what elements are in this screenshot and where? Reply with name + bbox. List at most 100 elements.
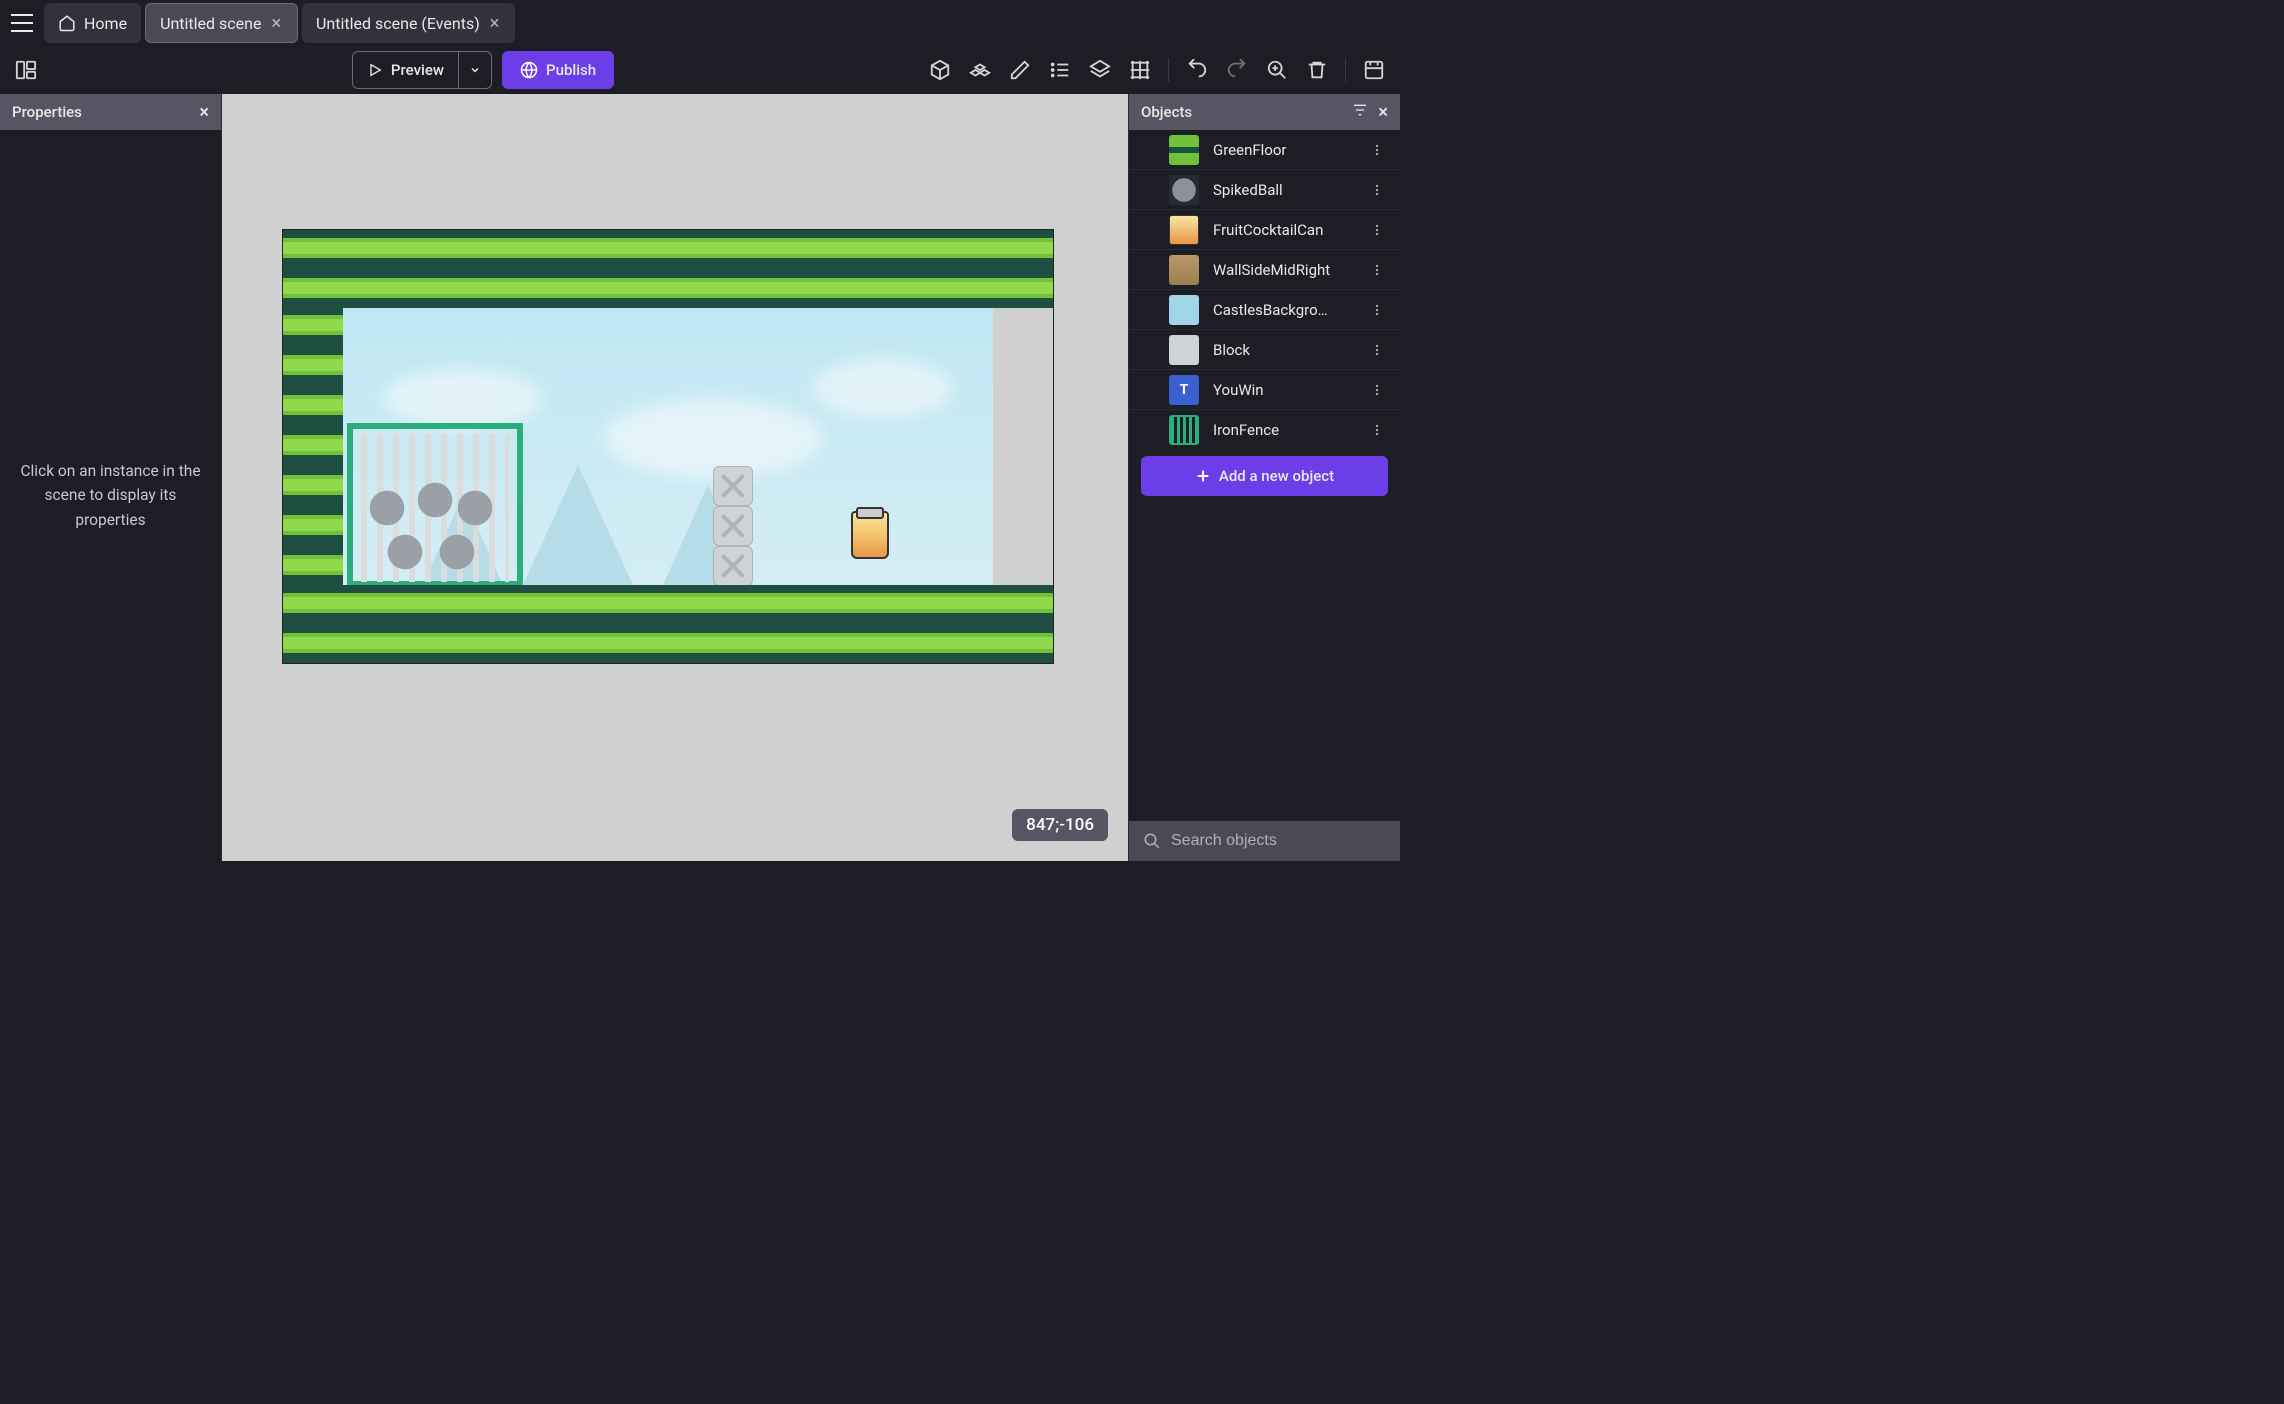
preview-button[interactable]: Preview [352, 51, 459, 89]
panels-toggle-button[interactable] [12, 56, 40, 84]
separator [1168, 58, 1169, 82]
objects-search [1129, 821, 1400, 861]
spiked-ball[interactable] [383, 530, 427, 574]
object-thumbnail [1169, 175, 1199, 205]
object-row[interactable]: FruitCocktailCan [1129, 210, 1400, 250]
object-more-button[interactable] [1366, 379, 1388, 401]
tab-events[interactable]: Untitled scene (Events) × [302, 3, 515, 43]
zoom-icon [1266, 59, 1288, 81]
spiked-ball[interactable] [413, 478, 457, 522]
block-instance[interactable] [713, 506, 753, 546]
edit-button[interactable] [1006, 56, 1034, 84]
object-thumbnail [1169, 295, 1199, 325]
add-object-button[interactable]: Add a new object [1141, 456, 1388, 496]
object-more-button[interactable] [1366, 179, 1388, 201]
block-instance[interactable] [713, 546, 753, 585]
mountain [523, 465, 633, 585]
settings-button[interactable] [1360, 56, 1388, 84]
list-icon [1049, 59, 1071, 81]
cloud [603, 398, 823, 478]
object-label: YouWin [1213, 381, 1352, 399]
tab-events-close[interactable]: × [488, 13, 502, 34]
preview-dropdown[interactable] [459, 51, 492, 89]
scene-canvas[interactable]: 847;-106 [222, 94, 1128, 861]
grass-right [283, 308, 343, 585]
object-more-button[interactable] [1366, 219, 1388, 241]
cloud [383, 368, 543, 428]
object-row[interactable]: Block [1129, 330, 1400, 370]
object-row[interactable]: SpikedBall [1129, 170, 1400, 210]
more-vertical-icon [1370, 223, 1384, 237]
separator [1345, 58, 1346, 82]
menu-hamburger[interactable] [4, 5, 40, 41]
object-more-button[interactable] [1366, 419, 1388, 441]
filter-icon [1352, 102, 1368, 118]
more-vertical-icon [1370, 303, 1384, 317]
fruit-can[interactable] [851, 511, 889, 559]
object-more-button[interactable] [1366, 139, 1388, 161]
more-vertical-icon [1370, 263, 1384, 277]
instances-list-button[interactable] [1046, 56, 1074, 84]
redo-button[interactable] [1223, 56, 1251, 84]
object-row[interactable]: WallSideMidRight [1129, 250, 1400, 290]
publish-button[interactable]: Publish [502, 51, 614, 89]
object-thumbnail [1169, 335, 1199, 365]
tab-events-label: Untitled scene (Events) [316, 14, 480, 33]
layers-button[interactable] [1086, 56, 1114, 84]
properties-panel: Properties × Click on an instance in the… [0, 94, 222, 861]
objects-search-input[interactable] [1171, 832, 1386, 850]
object-more-button[interactable] [1366, 339, 1388, 361]
cubes-icon [969, 59, 991, 81]
objects-close[interactable]: × [1378, 102, 1388, 123]
object-label: Block [1213, 341, 1352, 359]
object-label: GreenFloor [1213, 141, 1352, 159]
object-more-button[interactable] [1366, 299, 1388, 321]
object-label: CastlesBackgro… [1213, 301, 1352, 319]
publish-label: Publish [546, 61, 596, 79]
panels-icon [15, 59, 37, 81]
pencil-icon [1009, 59, 1031, 81]
grid-button[interactable] [1126, 56, 1154, 84]
more-vertical-icon [1370, 143, 1384, 157]
block-instance[interactable] [713, 466, 753, 506]
objects-panel: Objects × GreenFloor SpikedBallFruitCockt… [1128, 94, 1400, 861]
tab-bar: Home Untitled scene × Untitled scene (Ev… [0, 0, 1400, 46]
spiked-ball[interactable] [365, 486, 409, 530]
objects-title: Objects [1141, 103, 1192, 121]
object-thumbnail [1169, 415, 1199, 445]
tab-scene[interactable]: Untitled scene × [145, 3, 298, 43]
object-label: IronFence [1213, 421, 1352, 439]
home-icon [58, 14, 76, 32]
objects-list: GreenFloor SpikedBallFruitCocktailCanWall… [1129, 130, 1400, 446]
object-row[interactable]: IronFence [1129, 410, 1400, 446]
properties-empty-message: Click on an instance in the scene to dis… [0, 130, 221, 861]
grass-top [283, 230, 1053, 308]
zoom-button[interactable] [1263, 56, 1291, 84]
spiked-ball[interactable] [453, 486, 497, 530]
globe-icon [520, 61, 538, 79]
properties-title: Properties [12, 103, 82, 121]
tab-home[interactable]: Home [44, 3, 141, 43]
undo-icon [1186, 59, 1208, 81]
object-thumbnail [1169, 215, 1199, 245]
delete-button[interactable] [1303, 56, 1331, 84]
object-more-button[interactable] [1366, 259, 1388, 281]
settings-icon [1363, 59, 1385, 81]
tab-scene-close[interactable]: × [269, 13, 283, 34]
object-thumbnail: T [1169, 375, 1199, 405]
spiked-ball[interactable] [435, 530, 479, 574]
undo-button[interactable] [1183, 56, 1211, 84]
object-row[interactable]: GreenFloor [1129, 130, 1400, 170]
play-icon [367, 62, 383, 78]
add-object-button[interactable] [926, 56, 954, 84]
tab-home-label: Home [84, 14, 127, 33]
objects-header: Objects × [1129, 94, 1400, 130]
scene-viewport[interactable] [282, 229, 1054, 664]
object-row[interactable]: T YouWin [1129, 370, 1400, 410]
properties-close[interactable]: × [199, 102, 209, 123]
object-thumbnail [1169, 135, 1199, 165]
more-vertical-icon [1370, 183, 1384, 197]
object-row[interactable]: CastlesBackgro… [1129, 290, 1400, 330]
object-groups-button[interactable] [966, 56, 994, 84]
objects-filter[interactable] [1352, 102, 1368, 123]
